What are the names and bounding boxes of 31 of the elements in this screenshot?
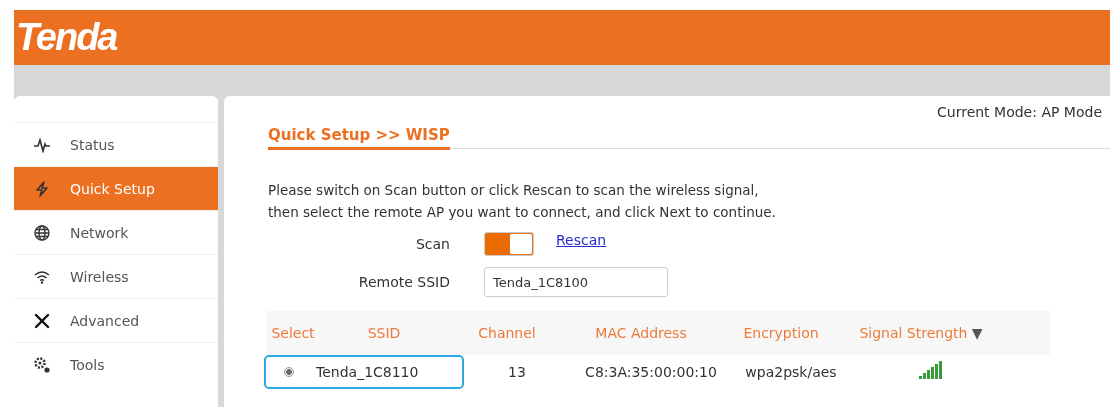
bolt-icon — [34, 180, 50, 197]
logo: Tenda — [16, 16, 117, 59]
field-label: Remote SSID — [357, 274, 450, 290]
column-header: SSID — [366, 325, 402, 341]
gears-icon — [33, 355, 51, 374]
column-header: Select — [270, 325, 316, 341]
pulse-icon — [33, 136, 51, 153]
column-header: MAC Address — [594, 325, 688, 341]
instruction-text: then select the remote AP you want to connect, and click Next to continue. — [268, 203, 777, 222]
rescan-link[interactable]: Rescan — [556, 232, 607, 248]
table-cell-text: 13 — [507, 364, 527, 380]
input-field[interactable]: Tenda_1C8100 — [484, 267, 668, 297]
column-header: Encryption — [742, 325, 820, 341]
instruction-text: Please switch on Scan button or click Rescan to scan the wireless signal, — [268, 181, 760, 200]
column-header: Channel — [477, 325, 537, 341]
signal-icon — [918, 360, 944, 381]
current-mode: Current Mode: AP Mode — [937, 104, 1102, 120]
globe-icon — [34, 224, 50, 241]
field-label: Scan — [414, 236, 450, 252]
scan-toggle[interactable] — [484, 232, 534, 256]
page-title: Quick Setup >> WISP — [268, 126, 450, 150]
table-cell-text: wpa2psk/aes — [744, 364, 838, 380]
sidebar-item[interactable]: Network — [14, 210, 218, 254]
column-header[interactable]: Signal Strength ▼ — [846, 325, 996, 341]
sidebar-item[interactable]: Advanced — [14, 298, 218, 342]
radio-button[interactable] — [284, 367, 294, 377]
sidebar-item[interactable]: Wireless — [14, 254, 218, 298]
table-cell-text: C8:3A:35:00:00:10 — [584, 364, 718, 380]
wifi-icon — [34, 269, 50, 284]
table-cell: Tenda_1C8110 — [316, 364, 419, 380]
sidebar-item[interactable]: Tools — [14, 342, 218, 386]
